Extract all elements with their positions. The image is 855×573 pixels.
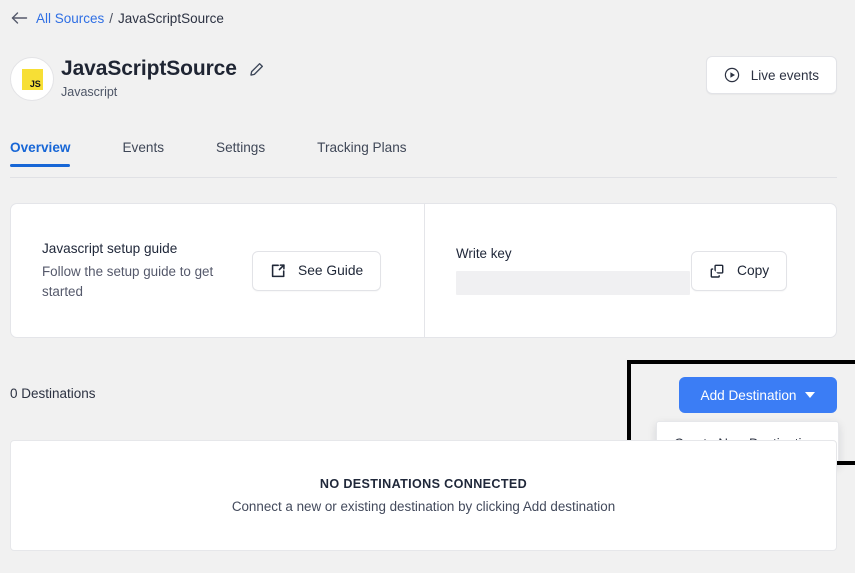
page-header: JS JavaScriptSource Javascript Live even… — [10, 56, 837, 108]
add-destination-label: Add Destination — [700, 387, 797, 403]
avatar: JS — [10, 57, 54, 101]
setup-guide-description: Follow the setup guide to get started — [42, 264, 214, 299]
destinations-count: 0 Destinations — [10, 386, 96, 401]
see-guide-label: See Guide — [298, 263, 364, 278]
setup-guide-panel: Javascript setup guide Follow the setup … — [11, 204, 424, 337]
live-events-button[interactable]: Live events — [705, 56, 837, 94]
write-key-value[interactable] — [456, 271, 690, 295]
external-link-icon — [270, 263, 286, 279]
breadcrumb-all-sources[interactable]: All Sources — [36, 11, 104, 26]
tab-tracking-plans[interactable]: Tracking Plans — [317, 140, 406, 166]
copy-write-key-button[interactable]: Copy — [691, 250, 788, 291]
write-key-label: Write key — [456, 246, 512, 261]
page-title: JavaScriptSource — [61, 57, 237, 80]
see-guide-button[interactable]: See Guide — [252, 250, 382, 291]
destinations-empty-state: NO DESTINATIONS CONNECTED Connect a new … — [10, 440, 837, 551]
setup-guide-title: Javascript setup guide — [42, 241, 178, 256]
tab-settings[interactable]: Settings — [216, 140, 265, 166]
copy-label: Copy — [737, 263, 770, 278]
tab-bar: Overview Events Settings Tracking Plans — [10, 140, 837, 178]
tab-events[interactable]: Events — [122, 140, 164, 166]
source-type-label: Javascript — [61, 85, 118, 99]
live-events-label: Live events — [750, 67, 819, 83]
pencil-icon[interactable] — [249, 62, 264, 77]
title-block: JavaScriptSource Javascript — [61, 56, 264, 99]
javascript-logo-icon: JS — [21, 68, 43, 90]
source-detail-page: All Sources / JavaScriptSource JS JavaSc… — [0, 0, 855, 573]
copy-icon — [709, 263, 725, 279]
breadcrumb-separator: / — [109, 10, 114, 26]
empty-state-subtitle: Connect a new or existing destination by… — [231, 499, 616, 514]
breadcrumb: All Sources / JavaScriptSource — [10, 9, 224, 27]
tab-overview[interactable]: Overview — [10, 140, 71, 167]
arrow-left-icon[interactable] — [10, 9, 28, 27]
add-destination-button[interactable]: Add Destination — [679, 377, 837, 413]
chevron-down-icon — [805, 392, 816, 398]
breadcrumb-current: JavaScriptSource — [118, 10, 224, 26]
empty-state-title: NO DESTINATIONS CONNECTED — [319, 477, 528, 491]
write-key-panel: Write key Copy — [424, 204, 836, 337]
source-info-card: Javascript setup guide Follow the setup … — [10, 203, 837, 338]
play-circle-icon — [724, 67, 740, 83]
